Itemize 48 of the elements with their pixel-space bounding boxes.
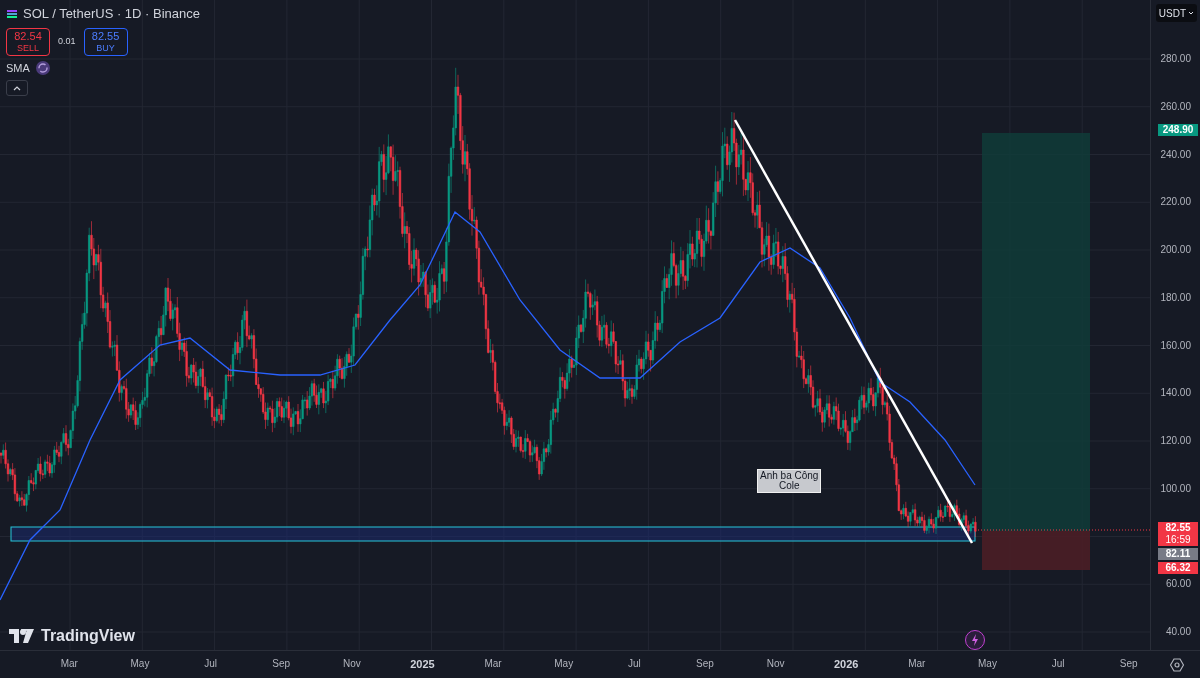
price-label: 280.00: [1160, 52, 1191, 66]
price-label: 160.00: [1160, 338, 1191, 353]
price-label: 240.00: [1160, 147, 1191, 162]
sell-button[interactable]: 82.54 SELL: [6, 27, 50, 56]
date-label: Sep: [272, 657, 291, 672]
price-label: 200.00: [1160, 243, 1191, 257]
date-label: Sep: [696, 657, 714, 672]
lightning-icon[interactable]: [965, 630, 985, 650]
chevron-up-icon: [13, 85, 21, 91]
date-label: Mar: [60, 657, 78, 672]
price-label: 120.00: [1160, 434, 1191, 448]
date-label: May: [978, 657, 997, 672]
date-label: 2025: [410, 657, 435, 673]
price-label: 220.00: [1160, 195, 1191, 210]
price-badge: 82.11: [1158, 548, 1198, 560]
price-badge: 66.32: [1158, 562, 1198, 574]
chart-title: SOL / TetherUS · 1D · Binance: [23, 5, 201, 23]
date-label: Sep: [1119, 657, 1138, 672]
date-label: Nov: [342, 657, 361, 672]
caret-icon: [1188, 11, 1194, 15]
buy-button[interactable]: 82.55 BUY: [83, 27, 128, 56]
collapse-button[interactable]: [6, 80, 28, 96]
date-label: Jul: [1051, 657, 1065, 672]
price-label: 260.00: [1160, 99, 1191, 114]
price-badge: 248.90: [1158, 124, 1198, 136]
spread-value: 0.01: [58, 34, 76, 48]
price-label: 60.00: [1165, 577, 1191, 592]
symbol-icon: [6, 7, 18, 20]
chart-annotation: Anh ba Công Cole: [757, 469, 822, 493]
price-label: 180.00: [1160, 290, 1191, 305]
date-label: Jul: [204, 657, 217, 672]
date-label: May: [130, 657, 150, 672]
date-label: 2026: [833, 657, 859, 673]
date-label: Mar: [484, 657, 502, 672]
logo-text: TradingView: [41, 626, 135, 646]
loading-icon: [35, 60, 50, 75]
date-label: Jul: [627, 657, 641, 672]
date-label: Mar: [908, 657, 926, 672]
date-label: May: [554, 657, 574, 672]
currency-dropdown[interactable]: USDT: [1155, 4, 1197, 22]
price-label: 140.00: [1160, 386, 1191, 401]
logo-icon: [9, 629, 35, 643]
settings-icon[interactable]: [1170, 657, 1184, 672]
price-label: 40.00: [1165, 625, 1191, 639]
price-label: 100.00: [1160, 481, 1191, 496]
indicator-label: SMA: [6, 60, 30, 76]
price-badge: 82.55 16:59: [1158, 522, 1198, 546]
date-label: Nov: [766, 657, 785, 672]
